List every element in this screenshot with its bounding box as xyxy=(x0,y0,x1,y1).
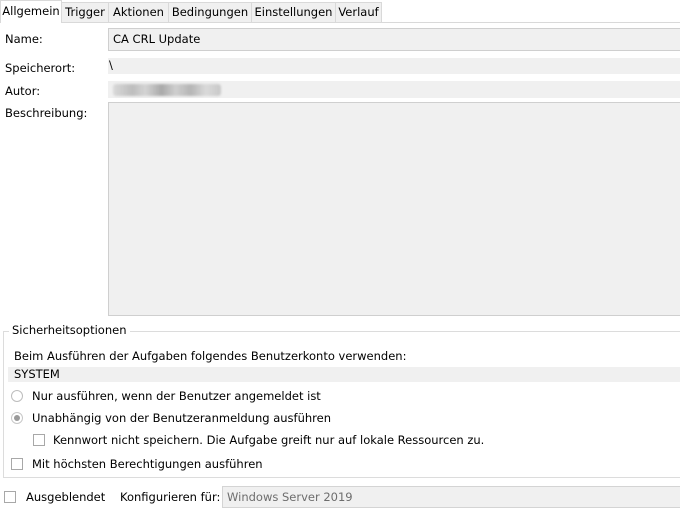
hidden-label: Ausgeblendet xyxy=(26,490,106,504)
tab-aktionen[interactable]: Aktionen xyxy=(108,2,169,22)
no-password-checkbox[interactable] xyxy=(33,434,45,446)
tab-verlauf[interactable]: Verlauf xyxy=(335,2,382,22)
hidden-checkbox[interactable] xyxy=(4,491,16,503)
description-label: Beschreibung: xyxy=(5,106,88,120)
radio-run-logged-on-label: Nur ausführen, wenn der Benutzer angemel… xyxy=(32,389,321,403)
user-account-field[interactable]: SYSTEM xyxy=(8,367,680,382)
highest-privileges-label: Mit höchsten Berechtigungen ausführen xyxy=(32,457,263,471)
user-account-value: SYSTEM xyxy=(14,367,60,381)
highest-privileges-checkbox[interactable] xyxy=(11,458,23,470)
tab-allgemein[interactable]: Allgemein xyxy=(0,0,62,23)
name-value: CA CRL Update xyxy=(113,32,201,46)
tab-einstellungen[interactable]: Einstellungen xyxy=(251,2,336,22)
description-textarea[interactable] xyxy=(108,102,680,316)
configure-for-select[interactable]: Windows Server 2019 xyxy=(222,486,680,508)
tab-bar: Allgemein Trigger Aktionen Bedingungen E… xyxy=(0,0,680,23)
configure-for-value: Windows Server 2019 xyxy=(227,490,353,504)
author-label: Autor: xyxy=(5,84,41,98)
configure-for-label: Konfigurieren für: xyxy=(120,490,221,504)
no-password-label: Kennwort nicht speichern. Die Aufgabe gr… xyxy=(53,433,485,447)
location-field[interactable]: \ xyxy=(108,58,680,74)
tab-bedingungen[interactable]: Bedingungen xyxy=(168,2,252,22)
account-prompt: Beim Ausführen der Aufgaben folgendes Be… xyxy=(14,349,407,363)
security-options-title: Sicherheitsoptionen xyxy=(9,323,130,337)
name-field[interactable]: CA CRL Update xyxy=(108,28,680,51)
location-value: \ xyxy=(109,58,113,72)
radio-run-logged-on[interactable] xyxy=(11,390,23,402)
radio-run-independent[interactable] xyxy=(11,412,23,424)
radio-run-independent-label: Unabhängig von der Benutzeranmeldung aus… xyxy=(32,411,331,425)
name-label: Name: xyxy=(5,32,43,46)
tab-bar-divider xyxy=(0,22,680,23)
tab-trigger[interactable]: Trigger xyxy=(61,2,109,22)
location-label: Speicherort: xyxy=(5,61,76,75)
author-redacted-text xyxy=(113,84,221,96)
